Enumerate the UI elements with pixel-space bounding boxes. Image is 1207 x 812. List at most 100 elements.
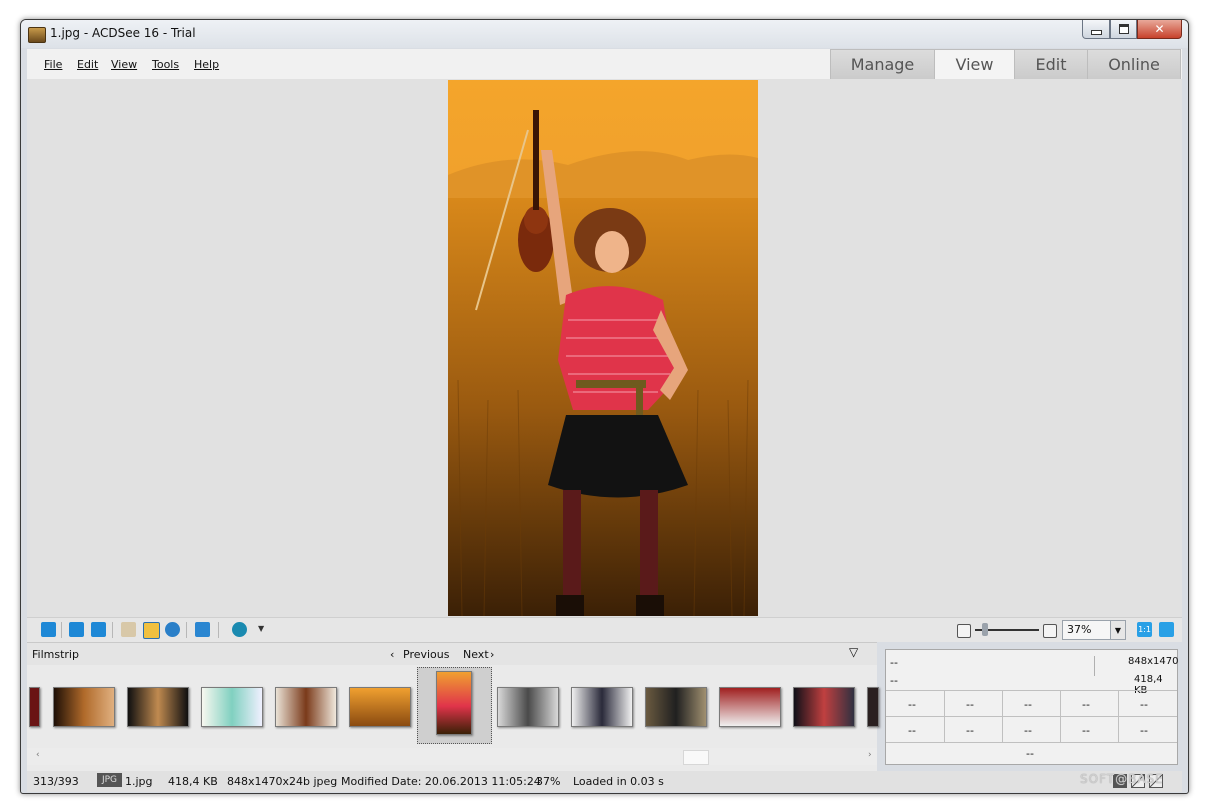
main-photo: [448, 80, 758, 616]
filmstrip-menu-triangle-icon[interactable]: ▽: [849, 645, 858, 659]
thumbnail[interactable]: [127, 687, 189, 727]
menu-tools[interactable]: Tools: [152, 58, 179, 71]
menu-edit[interactable]: Edit: [77, 58, 98, 71]
zoom-out-icon[interactable]: [957, 624, 971, 638]
previous-button[interactable]: Previous: [403, 648, 450, 661]
info-palette: -- 848x1470 -- 418,4 KB -- -- -- -- -- -…: [885, 649, 1178, 765]
status-position: 313/393: [33, 775, 79, 788]
info-placeholder: --: [1082, 698, 1090, 711]
status-load-time: Loaded in 0.03 s: [573, 775, 664, 788]
info-col-line: [944, 690, 945, 742]
thumbnail[interactable]: [719, 687, 781, 727]
info-placeholder: --: [908, 698, 916, 711]
info-col-line: [1002, 690, 1003, 742]
scrollbar-thumb[interactable]: [683, 750, 709, 765]
full-screen-icon[interactable]: [195, 622, 210, 637]
toolbar-separator: [218, 622, 219, 638]
info-placeholder: --: [1140, 698, 1148, 711]
menu-file[interactable]: File: [44, 58, 62, 71]
info-divider: [1094, 656, 1095, 676]
thumbnail[interactable]: [867, 687, 879, 727]
chevron-right-icon[interactable]: ›: [490, 648, 494, 661]
chevron-left-icon[interactable]: ‹: [390, 648, 394, 661]
thumbnail[interactable]: [275, 687, 337, 727]
info-placeholder: --: [1082, 724, 1090, 737]
info-placeholder: --: [890, 656, 898, 669]
watermark: SOFT@BASE: [1080, 772, 1164, 786]
maximize-button[interactable]: [1110, 20, 1137, 39]
thumbnail-current[interactable]: [436, 671, 472, 735]
thumbnail[interactable]: [645, 687, 707, 727]
thumbnail[interactable]: [571, 687, 633, 727]
zoom-in-icon[interactable]: [1043, 624, 1057, 638]
toolbar-separator: [186, 622, 187, 638]
menu-help[interactable]: Help: [194, 58, 219, 71]
zoom-slider-handle[interactable]: [982, 623, 988, 636]
status-bar: 313/393 JPG 1.jpg 418,4 KB 848x1470x24b …: [27, 771, 1182, 792]
window-controls: ✕: [1082, 20, 1182, 39]
status-modified-date: Modified Date: 20.06.2013 11:05:24: [341, 775, 541, 788]
tab-edit[interactable]: Edit: [1014, 49, 1088, 80]
menu-view[interactable]: View: [111, 58, 137, 71]
filmstrip-scrollbar[interactable]: ‹ ›: [27, 748, 877, 765]
thumbnail[interactable]: [497, 687, 559, 727]
info-placeholder: --: [1024, 724, 1032, 737]
zoom-tool-icon[interactable]: [165, 622, 180, 637]
tab-manage[interactable]: Manage: [830, 49, 935, 80]
info-placeholder: --: [1140, 724, 1148, 737]
actual-size-button[interactable]: 1:1: [1137, 622, 1152, 637]
info-col-line: [1060, 690, 1061, 742]
app-window: 1.jpg - ACDSee 16 - Trial ✕ File Edit Vi…: [20, 19, 1189, 794]
scroll-right-icon[interactable]: ›: [868, 750, 872, 760]
info-placeholder: --: [966, 698, 974, 711]
info-row-line: [886, 716, 1177, 717]
info-placeholder: --: [966, 724, 974, 737]
zoom-dropdown[interactable]: 37% ▼: [1062, 620, 1126, 640]
next-button[interactable]: Next: [463, 648, 489, 661]
fit-image-icon[interactable]: [1159, 622, 1174, 637]
status-format-badge: JPG: [97, 773, 122, 787]
thumbnail[interactable]: [29, 687, 40, 727]
hand-tool-icon[interactable]: [121, 622, 136, 637]
tab-view[interactable]: View: [934, 49, 1015, 80]
dropdown-arrow-icon[interactable]: ▼: [258, 624, 265, 639]
minimize-button[interactable]: [1082, 20, 1110, 39]
select-tool-icon[interactable]: [143, 622, 160, 639]
toolbar-separator: [61, 622, 62, 638]
info-placeholder: --: [1026, 747, 1034, 760]
thumbnail[interactable]: [201, 687, 263, 727]
rotate-left-icon[interactable]: [69, 622, 84, 637]
info-placeholder: --: [1024, 698, 1032, 711]
status-zoom: 37%: [536, 775, 561, 788]
minimize-icon: [1090, 29, 1102, 35]
toolbar-separator: [112, 622, 113, 638]
status-dimensions: 848x1470x24b jpeg: [227, 775, 338, 788]
status-filename: 1.jpg: [125, 775, 153, 788]
maximize-icon: [1118, 24, 1129, 34]
zoom-value: 37%: [1067, 623, 1092, 636]
close-button[interactable]: ✕: [1137, 20, 1182, 39]
thumbnail[interactable]: [53, 687, 115, 727]
info-row-line: [886, 690, 1177, 691]
share-globe-icon[interactable]: [232, 622, 247, 637]
close-icon: ✕: [1154, 22, 1165, 36]
info-col-line: [1118, 690, 1119, 742]
violinist-photo: [448, 80, 758, 616]
filmstrip-header: Filmstrip ‹ Previous Next › ▽: [27, 643, 877, 665]
thumbnail[interactable]: [349, 687, 411, 727]
info-placeholder: --: [890, 674, 898, 687]
auto-lens-icon[interactable]: [41, 622, 56, 637]
scroll-left-icon[interactable]: ‹: [36, 750, 40, 760]
title-bar: 1.jpg - ACDSee 16 - Trial ✕: [21, 20, 1188, 48]
rotate-right-icon[interactable]: [91, 622, 106, 637]
info-placeholder: --: [908, 724, 916, 737]
acdsee-app-icon: [28, 27, 46, 43]
filmstrip-pane: Filmstrip ‹ Previous Next › ▽ ‹ ›: [27, 642, 879, 771]
thumbnail[interactable]: [793, 687, 855, 727]
viewer-toolbar: ▼ 37% ▼ 1:1: [27, 617, 1182, 642]
chevron-down-icon[interactable]: ▼: [1110, 621, 1125, 639]
image-viewer[interactable]: [27, 79, 1182, 617]
status-size: 418,4 KB: [168, 775, 218, 788]
menu-bar: File Edit View Tools Help Manage View Ed…: [27, 49, 1182, 80]
tab-online[interactable]: Online: [1087, 49, 1181, 80]
